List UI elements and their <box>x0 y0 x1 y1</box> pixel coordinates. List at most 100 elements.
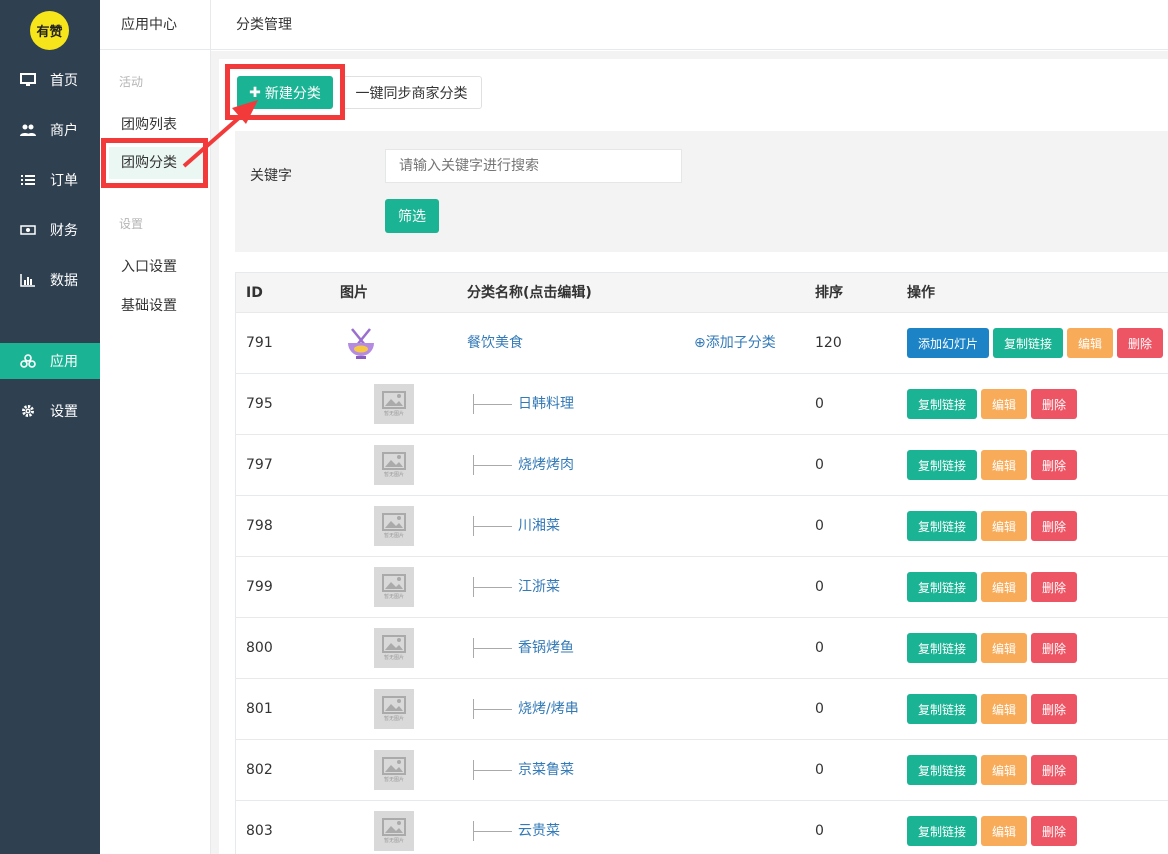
category-name-link[interactable]: 江浙菜 <box>518 557 560 618</box>
group-activity-label: 活动 <box>119 75 144 89</box>
delete-button[interactable]: 删除 <box>1117 328 1163 358</box>
category-name-link[interactable]: 烧烤烤肉 <box>518 435 574 496</box>
row-id: 802 <box>246 762 273 778</box>
edit-button[interactable]: 编辑 <box>981 572 1027 602</box>
row-id: 803 <box>246 823 273 839</box>
sub-item-basic-settings[interactable]: 基础设置 <box>109 290 203 322</box>
monitor-icon <box>20 73 36 87</box>
delete-button[interactable]: 删除 <box>1031 511 1077 541</box>
row-id: 798 <box>246 518 273 534</box>
category-name-link[interactable]: 京菜鲁菜 <box>518 740 574 801</box>
row-sort: 0 <box>815 823 824 839</box>
copy-link-button[interactable]: 复制链接 <box>907 755 977 785</box>
category-name-link[interactable]: 餐饮美食 <box>467 313 523 374</box>
sync-merchant-categories-button[interactable]: 一键同步商家分类 <box>341 76 482 109</box>
row-sort: 120 <box>815 335 842 351</box>
row-sort: 0 <box>815 457 824 473</box>
no-image-placeholder: 暂无图片 <box>374 384 414 424</box>
row-sort: 0 <box>815 579 824 595</box>
edit-button[interactable]: 编辑 <box>981 694 1027 724</box>
category-name-link[interactable]: 香锅烤鱼 <box>518 618 574 679</box>
table-row: 800 暂无图片 香锅烤鱼 0 复制链接 编辑 删除 <box>236 618 1168 679</box>
category-name-link[interactable]: 川湘菜 <box>518 496 560 557</box>
nav-settings-label: 设置 <box>50 404 78 420</box>
row-sort: 0 <box>815 518 824 534</box>
row-sort: 0 <box>815 396 824 412</box>
no-image-placeholder: 暂无图片 <box>374 506 414 546</box>
table-row: 799 暂无图片 江浙菜 0 复制链接 编辑 删除 <box>236 557 1168 618</box>
keyword-input[interactable] <box>385 149 682 183</box>
image-icon <box>382 391 406 409</box>
main-sidebar: 有赞 首页 商户 订单 财务 数据 应用 设置 <box>0 0 100 854</box>
copy-link-button[interactable]: 复制链接 <box>907 511 977 541</box>
nav-apps-label: 应用 <box>50 354 78 370</box>
col-image: 图片 <box>340 285 368 301</box>
edit-button[interactable]: 编辑 <box>981 389 1027 419</box>
category-name-link[interactable]: 烧烤/烤串 <box>518 679 579 740</box>
category-table: ID 图片 分类名称(点击编辑) 排序 操作 791 餐饮美食 ⊕添加子分类 1… <box>235 272 1168 854</box>
image-icon <box>382 574 406 592</box>
filter-button[interactable]: 筛选 <box>385 199 439 233</box>
edit-button[interactable]: 编辑 <box>981 511 1027 541</box>
sub-item-entry-settings[interactable]: 入口设置 <box>109 251 203 283</box>
category-name-link[interactable]: 日韩料理 <box>518 374 574 435</box>
edit-button[interactable]: 编辑 <box>1067 328 1113 358</box>
row-id: 797 <box>246 457 273 473</box>
tree-connector <box>473 821 513 841</box>
tree-connector <box>473 760 513 780</box>
row-id: 795 <box>246 396 273 412</box>
content-panel: ✚ 新建分类 一键同步商家分类 关键字 筛选 ID 图片 分类名称(点击编辑) … <box>219 59 1168 854</box>
nav-orders[interactable]: 订单 <box>0 162 100 198</box>
copy-link-button[interactable]: 复制链接 <box>907 389 977 419</box>
copy-link-button[interactable]: 复制链接 <box>907 694 977 724</box>
edit-button[interactable]: 编辑 <box>981 633 1027 663</box>
nav-home-label: 首页 <box>50 73 78 89</box>
image-icon <box>382 452 406 470</box>
add-subcategory-label: 添加子分类 <box>705 335 776 351</box>
delete-button[interactable]: 删除 <box>1031 755 1077 785</box>
no-image-placeholder: 暂无图片 <box>374 567 414 607</box>
no-image-text: 暂无图片 <box>383 411 404 417</box>
image-icon <box>382 696 406 714</box>
nav-merchants-label: 商户 <box>50 123 78 139</box>
filter-panel: 关键字 筛选 <box>235 131 1168 252</box>
no-image-text: 暂无图片 <box>383 594 404 600</box>
image-icon <box>382 635 406 653</box>
no-image-text: 暂无图片 <box>383 777 404 783</box>
nav-home[interactable]: 首页 <box>0 62 100 98</box>
edit-button[interactable]: 编辑 <box>981 450 1027 480</box>
nav-data[interactable]: 数据 <box>0 262 100 298</box>
delete-button[interactable]: 删除 <box>1031 633 1077 663</box>
nav-merchants[interactable]: 商户 <box>0 112 100 148</box>
edit-button[interactable]: 编辑 <box>981 755 1027 785</box>
tree-connector <box>473 394 513 414</box>
delete-button[interactable]: 删除 <box>1031 450 1077 480</box>
delete-button[interactable]: 删除 <box>1031 816 1077 846</box>
category-name-link[interactable]: 云贵菜 <box>518 801 560 854</box>
delete-button[interactable]: 删除 <box>1031 572 1077 602</box>
nav-finance[interactable]: 财务 <box>0 212 100 248</box>
nav-apps[interactable]: 应用 <box>0 343 100 379</box>
users-icon <box>20 123 36 137</box>
copy-link-button[interactable]: 复制链接 <box>907 816 977 846</box>
delete-button[interactable]: 删除 <box>1031 694 1077 724</box>
copy-link-button[interactable]: 复制链接 <box>907 450 977 480</box>
no-image-text: 暂无图片 <box>383 716 404 722</box>
add-subcategory-link[interactable]: ⊕添加子分类 <box>694 313 776 374</box>
copy-link-button[interactable]: 复制链接 <box>907 633 977 663</box>
nav-settings[interactable]: 设置 <box>0 393 100 429</box>
table-row: 798 暂无图片 川湘菜 0 复制链接 编辑 删除 <box>236 496 1168 557</box>
delete-button[interactable]: 删除 <box>1031 389 1077 419</box>
annotation-arrow <box>182 100 258 168</box>
edit-button[interactable]: 编辑 <box>981 816 1027 846</box>
table-row: 797 暂无图片 烧烤烤肉 0 复制链接 编辑 删除 <box>236 435 1168 496</box>
no-image-placeholder: 暂无图片 <box>374 689 414 729</box>
copy-link-button[interactable]: 复制链接 <box>907 572 977 602</box>
page-title: 分类管理 <box>236 17 292 33</box>
col-sort: 排序 <box>815 285 843 301</box>
tree-connector <box>473 638 513 658</box>
copy-link-button[interactable]: 复制链接 <box>993 328 1063 358</box>
add-slide-button[interactable]: 添加幻灯片 <box>907 328 989 358</box>
app-logo[interactable]: 有赞 <box>30 11 69 50</box>
no-image-text: 暂无图片 <box>383 472 404 478</box>
